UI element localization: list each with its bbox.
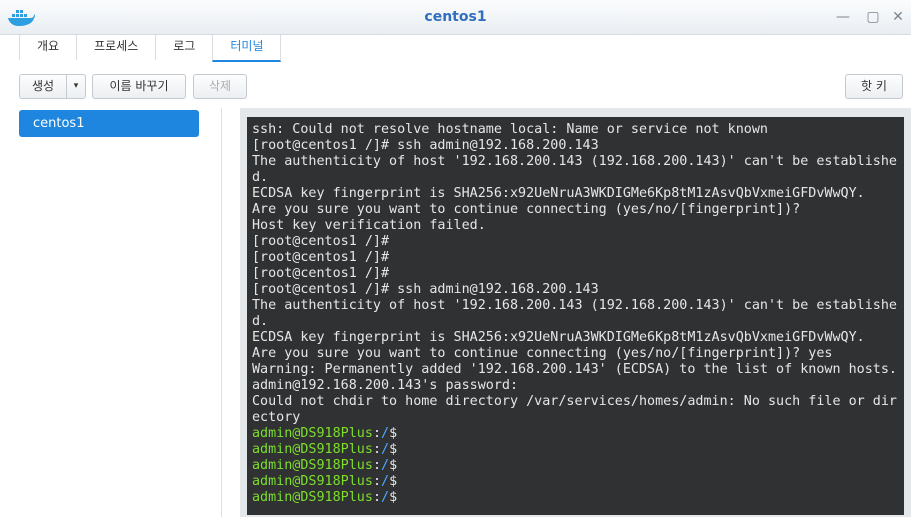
window-title: centos1 [424,9,487,25]
prompt-path: / [381,490,390,505]
terminal-line: [root@centos1 /]# [252,250,390,265]
prompt-symbol: $ [389,442,398,457]
maximize-button[interactable]: ▢ [864,8,882,26]
terminal-line: [root@centos1 /]# ssh admin@192.168.200.… [252,282,599,297]
terminal-line: admin@192.168.200.143's password: [252,378,519,393]
tab-processes[interactable]: 프로세스 [76,34,155,60]
prompt-separator: : [372,490,381,505]
terminal-output: ssh: Could not resolve hostname local: N… [252,122,897,506]
terminal-line: [root@centos1 /]# [252,234,390,249]
terminal-line: Are you sure you want to continue connec… [252,346,833,361]
terminal-prompt-line: admin@DS918Plus:/$ [252,442,897,458]
prompt-separator: : [372,442,381,457]
prompt-symbol: $ [389,426,398,441]
create-dropdown-button[interactable]: ▾ [66,74,86,99]
terminal-line: ECDSA key fingerprint is SHA256:x92UeNru… [252,186,865,201]
close-button[interactable]: ✕ [889,8,907,26]
terminal-line: [root@centos1 /]# [252,266,390,281]
title-bar: centos1 — ▢ ✕ [0,0,911,35]
prompt-separator: : [372,458,381,473]
prompt-path: / [381,442,390,457]
tab-log[interactable]: 로그 [155,34,212,60]
prompt-symbol: $ [389,474,398,489]
terminal-line: Host key verification failed. [252,218,486,233]
prompt-symbol: $ [389,458,398,473]
tab-terminal[interactable]: 터미널 [212,34,282,62]
terminal-line: ssh: Could not resolve hostname local: N… [252,122,768,137]
rename-button[interactable]: 이름 바꾸기 [92,74,186,99]
delete-button[interactable]: 삭제 [193,74,247,99]
prompt-path: / [381,426,390,441]
terminal-line: Could not chdir to home directory /var/s… [252,394,897,409]
terminal-prompt-line: admin@DS918Plus:/$ [252,474,897,490]
tab-bar: 개요 프로세스 로그 터미널 [19,34,282,62]
terminal-line: ECDSA key fingerprint is SHA256:x92UeNru… [252,330,865,345]
prompt-separator: : [372,474,381,489]
terminal-line: [root@centos1 /]# ssh admin@192.168.200.… [252,138,599,153]
terminal-prompt-line: admin@DS918Plus:/$ [252,426,897,442]
terminal-line: Are you sure you want to continue connec… [252,202,801,217]
terminal-line: The authenticity of host '192.168.200.14… [252,154,897,169]
hotkey-button[interactable]: 핫 키 [845,74,903,99]
terminal-panel: ssh: Could not resolve hostname local: N… [240,108,911,517]
terminal-line: ectory [252,410,301,425]
prompt-user: admin@DS918Plus [252,458,373,473]
prompt-user: admin@DS918Plus [252,426,373,441]
terminal-line: The authenticity of host '192.168.200.14… [252,298,897,313]
prompt-user: admin@DS918Plus [252,490,373,505]
panel-divider [221,108,222,517]
sidebar-item-centos1[interactable]: centos1 [19,110,199,137]
prompt-path: / [381,458,390,473]
create-button[interactable]: 생성 [19,74,67,99]
tab-overview[interactable]: 개요 [19,34,76,60]
prompt-separator: : [372,426,381,441]
terminal-line: d. [252,314,269,329]
minimize-button[interactable]: — [834,8,852,26]
prompt-user: admin@DS918Plus [252,474,373,489]
terminal-prompt-line: admin@DS918Plus:/$ [252,458,897,474]
terminal-screen[interactable]: ssh: Could not resolve hostname local: N… [247,117,904,515]
prompt-path: / [381,474,390,489]
prompt-user: admin@DS918Plus [252,442,373,457]
prompt-symbol: $ [389,490,398,505]
terminal-line: Warning: Permanently added '192.168.200.… [252,362,897,377]
terminal-line: d. [252,170,269,185]
terminal-prompt-line: admin@DS918Plus:/$ [252,490,897,506]
